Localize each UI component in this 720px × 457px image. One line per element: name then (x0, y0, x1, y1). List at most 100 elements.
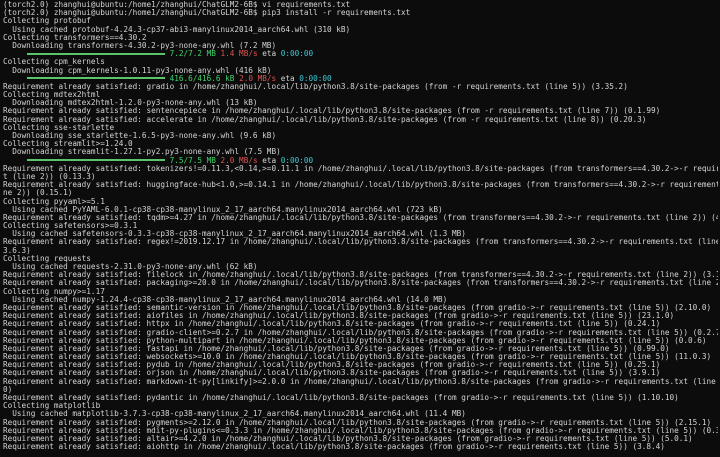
terminal-line: Requirement already satisfied: orjson in… (3, 369, 718, 377)
terminal-line: Requirement already satisfied: pygments>… (3, 419, 718, 427)
terminal-text: Requirement already satisfied: huggingfa… (3, 181, 718, 190)
terminal-line: Requirement already satisfied: mdit-py-p… (3, 427, 718, 435)
terminal-line: Downloading mdtex2html-1.2.0-py3-none-an… (3, 99, 718, 107)
terminal-line: Collecting safetensors>=0.3.1 (3, 222, 718, 230)
terminal-line: 416.6/416.6 kB 2.0 MB/s eta 0:00:00 (3, 75, 718, 83)
terminal-text: Collecting requests (3, 254, 91, 263)
terminal-text: Requirement already satisfied: websocket… (3, 353, 712, 362)
terminal-text: Requirement already satisfied: pydantic … (3, 394, 679, 402)
terminal-line: Collecting protobuf (3, 17, 718, 25)
terminal-text: Requirement already satisfied: gradio in… (3, 82, 628, 91)
terminal-text: 7.2/7.2 MB (165, 50, 221, 59)
terminal-text: Using cached numpy-1.24.4-cp38-cp38-many… (3, 295, 448, 304)
terminal-text: Collecting streamlit>=1.24.0 (3, 140, 133, 149)
terminal-line: Requirement already satisfied: packaging… (3, 279, 718, 287)
terminal-text: t (line 2)) (0.13.3) (3, 172, 96, 181)
terminal-text: Downloading transformers-4.30.2-py3-none… (3, 41, 277, 50)
terminal-line: 7.5/7.5 MB 2.0 MB/s eta 0:00:00 (3, 157, 718, 165)
terminal-line: Requirement already satisfied: aiohttp i… (3, 443, 718, 451)
terminal-text: 0:00:00 (299, 74, 332, 83)
terminal-text: 7.5/7.5 MB (165, 156, 221, 165)
terminal-text: Requirement already satisfied: fastapi i… (3, 344, 670, 353)
terminal-text: 1.4 MB/s (220, 50, 258, 59)
terminal-text: Requirement already satisfied: regex!=20… (3, 238, 718, 247)
terminal-line: Requirement already satisfied: pydantic … (3, 394, 718, 402)
terminal-line: 0) (3, 386, 718, 394)
terminal-text: 0:00:00 (280, 50, 314, 59)
terminal-line: Requirement already satisfied: markdown-… (3, 378, 718, 386)
terminal-text: eta (276, 74, 300, 83)
terminal-text: Collecting numpy>=1.17 (3, 287, 105, 296)
terminal-line: Downloading sse_starlette-1.6.5-py3-none… (3, 132, 718, 140)
terminal-line: Requirement already satisfied: aiofiles … (3, 312, 718, 320)
terminal-text: Downloading cpm_kernels-1.0.11-py3-none-… (3, 66, 272, 75)
terminal-line: Collecting cpm_kernels (3, 58, 718, 66)
terminal-text: 2.0 MB/s (220, 156, 258, 165)
terminal-line: 3.6.3) (3, 247, 718, 255)
terminal-text: Downloading streamlit-1.27.1-py2.py3-non… (3, 148, 281, 157)
terminal-text: Using cached protobuf-4.24.3-cp37-abi3-m… (3, 25, 351, 34)
terminal-line: Downloading transformers-4.30.2-py3-none… (3, 42, 718, 50)
terminal-line: Requirement already satisfied: tokenizer… (3, 165, 718, 173)
terminal-line: Collecting transformers==4.30.2 (3, 34, 718, 42)
terminal-text: (torch2.0) zhanghui@ubuntu:/home1/zhangh… (3, 1, 351, 9)
terminal-text: 0) (3, 385, 13, 394)
terminal-text: Requirement already satisfied: aiohttp i… (3, 443, 665, 452)
terminal-line: Using cached protobuf-4.24.3-cp37-abi3-m… (3, 26, 718, 34)
terminal-line: Downloading streamlit-1.27.1-py2.py3-non… (3, 148, 718, 156)
terminal-text: Collecting safetensors>=0.3.1 (3, 222, 138, 231)
terminal-line: Collecting numpy>=1.17 (3, 288, 718, 296)
terminal-text: Requirement already satisfied: gradio-cl… (3, 328, 718, 337)
terminal-line: Using cached numpy-1.24.4-cp38-cp38-many… (3, 296, 718, 304)
terminal-line: Collecting requests (3, 255, 718, 263)
terminal-line: Requirement already satisfied: websocket… (3, 353, 718, 361)
terminal-line: (torch2.0) zhanghui@ubuntu:/home1/zhangh… (3, 1, 718, 9)
terminal-line: Requirement already satisfied: pydub in … (3, 361, 718, 369)
terminal-text: Using cached requests-2.31.0-py3-none-an… (3, 263, 258, 271)
terminal-line: Downloading cpm_kernels-1.0.11-py3-none-… (3, 67, 718, 75)
terminal-line: (torch2.0) zhanghui@ubuntu:/home1/zhangh… (3, 9, 718, 17)
terminal-output[interactable]: (torch2.0) zhanghui@ubuntu:/home1/zhangh… (0, 0, 720, 457)
terminal-line: Requirement already satisfied: python-mu… (3, 337, 718, 345)
terminal-text: Downloading mdtex2html-1.2.0-py3-none-an… (3, 99, 258, 108)
download-progress-bar (27, 159, 165, 162)
terminal-text: Requirement already satisfied: sentencep… (3, 107, 661, 116)
terminal-text: Requirement already satisfied: tqdm>=4.2… (3, 213, 718, 222)
terminal-text: eta (257, 50, 281, 59)
terminal-text: Requirement already satisfied: pygments>… (3, 418, 712, 427)
terminal-line: Using cached PyYAML-6.0.1-cp38-cp38-many… (3, 206, 718, 214)
terminal-line: Using cached requests-2.31.0-py3-none-an… (3, 263, 718, 271)
terminal-line: Requirement already satisfied: fastapi i… (3, 345, 718, 353)
terminal-text: Requirement already satisfied: mdit-py-p… (3, 426, 718, 435)
terminal-text: 3.6.3) (3, 246, 31, 255)
terminal-text: Requirement already satisfied: aiofiles … (3, 312, 675, 321)
terminal-line: Requirement already satisfied: altair>=4… (3, 435, 718, 443)
terminal-line: Collecting streamlit>=1.24.0 (3, 140, 718, 148)
terminal-text: ne 2)) (0.15.1) (3, 189, 73, 198)
terminal-text: Downloading sse_starlette-1.6.5-py3-none… (3, 132, 277, 140)
terminal-line: Requirement already satisfied: huggingfa… (3, 181, 718, 189)
terminal-text: Collecting pyyaml>=5.1 (3, 197, 105, 206)
terminal-line: Collecting pyyaml>=5.1 (3, 198, 718, 206)
download-progress-bar (27, 77, 165, 80)
terminal-text: Requirement already satisfied: pydub in … (3, 361, 661, 370)
terminal-line: Using cached safetensors-0.3.3-cp38-cp38… (3, 230, 718, 238)
terminal-text: Collecting transformers==4.30.2 (3, 33, 147, 42)
terminal-text: 416.6/416.6 kB (165, 74, 240, 83)
terminal-text: Collecting protobuf (3, 17, 91, 26)
terminal-line: Requirement already satisfied: gradio-cl… (3, 329, 718, 337)
terminal-line: Using cached matplotlib-3.7.3-cp38-cp38-… (3, 410, 718, 418)
terminal-text: eta (257, 156, 281, 165)
terminal-text: Requirement already satisfied: markdown-… (3, 377, 718, 386)
terminal-line: ne 2)) (0.15.1) (3, 189, 718, 197)
download-progress-bar (27, 52, 165, 55)
terminal-text: Collecting matplotlib (3, 402, 101, 411)
terminal-text: Requirement already satisfied: semantic-… (3, 303, 712, 312)
terminal-text: Requirement already satisfied: orjson in… (3, 369, 661, 378)
terminal-line: Requirement already satisfied: tqdm>=4.2… (3, 214, 718, 222)
terminal-line: Requirement already satisfied: regex!=20… (3, 238, 718, 246)
terminal-line: Collecting matplotlib (3, 402, 718, 410)
terminal-text: Requirement already satisfied: accelerat… (3, 115, 647, 124)
terminal-text: Collecting sse-starlette (3, 123, 115, 132)
terminal-text: Requirement already satisfied: packaging… (3, 279, 718, 288)
